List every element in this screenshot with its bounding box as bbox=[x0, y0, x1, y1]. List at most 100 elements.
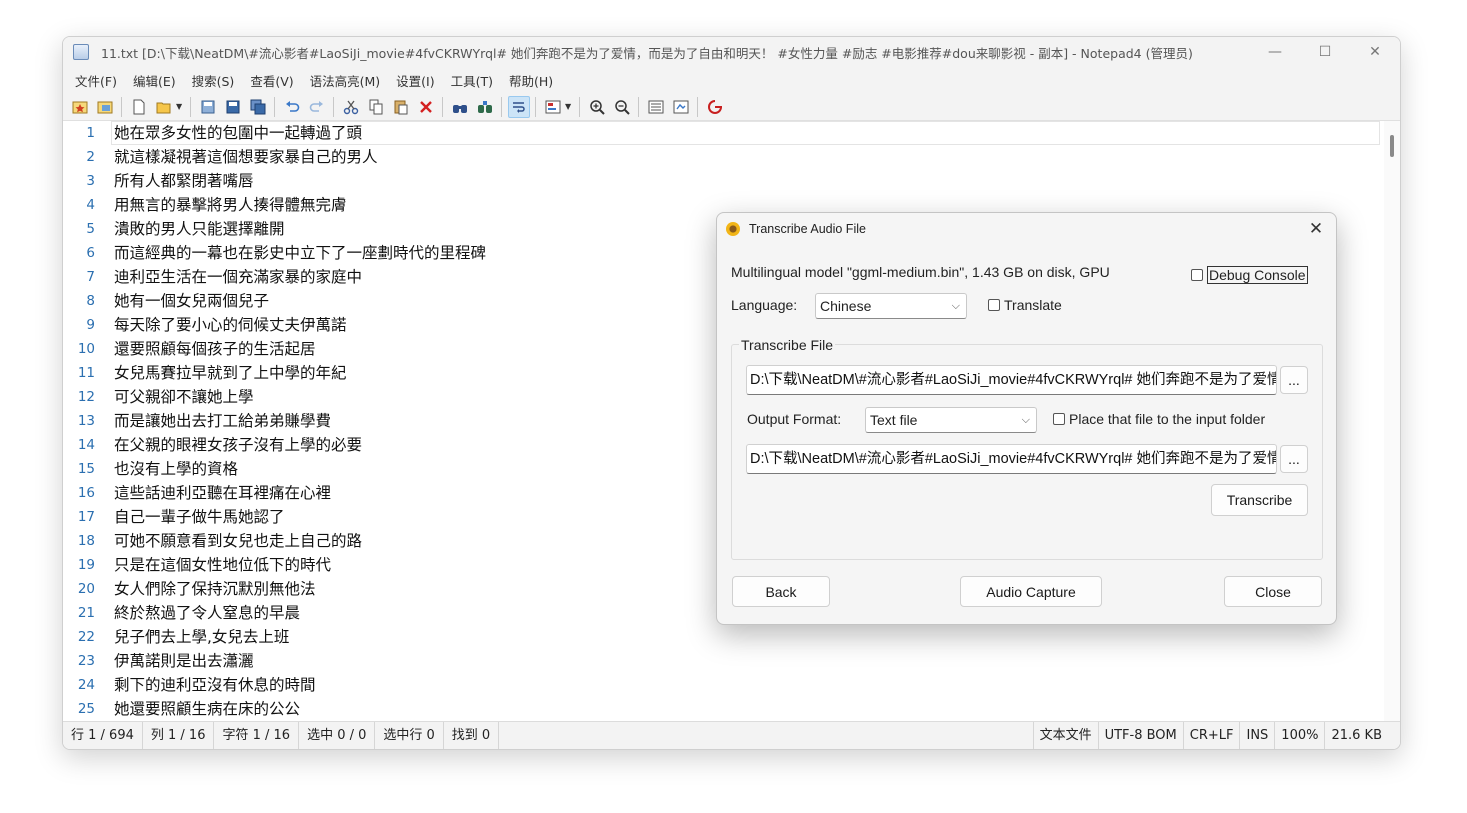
cut-icon[interactable] bbox=[340, 96, 362, 118]
status-lexer[interactable]: 文本文件 bbox=[1032, 721, 1098, 749]
menu-scheme[interactable]: 语法高亮(M) bbox=[302, 71, 389, 90]
title-bar[interactable]: 11.txt [D:\下载\NeatDM\#流心影者#LaoSiJi_movie… bbox=[63, 37, 1400, 67]
audio-capture-button[interactable]: Audio Capture bbox=[960, 576, 1102, 607]
output-file-path[interactable]: D:\下载\NeatDM\#流心影者#LaoSiJi_movie#4fvCKRW… bbox=[746, 444, 1277, 474]
line-number: 6 bbox=[86, 245, 95, 261]
dialog-title-bar[interactable]: Transcribe Audio File ✕ bbox=[717, 213, 1336, 245]
menu-help[interactable]: 帮助(H) bbox=[501, 71, 561, 90]
line-number: 9 bbox=[86, 317, 95, 333]
debug-console-label: Debug Console bbox=[1207, 266, 1308, 284]
favorites-icon[interactable] bbox=[69, 96, 91, 118]
line-number: 20 bbox=[77, 581, 95, 597]
input-file-path[interactable]: D:\下载\NeatDM\#流心影者#LaoSiJi_movie#4fvCKRW… bbox=[746, 365, 1277, 395]
sunflower-icon bbox=[726, 222, 740, 236]
menu-edit[interactable]: 编辑(E) bbox=[125, 71, 184, 90]
close-dialog-button[interactable]: Close bbox=[1224, 576, 1322, 607]
line-number: 19 bbox=[77, 557, 95, 573]
line-number: 3 bbox=[86, 173, 95, 189]
dialog-close-x-button[interactable]: ✕ bbox=[1306, 219, 1326, 239]
zoom-out-icon[interactable] bbox=[611, 96, 633, 118]
maximize-button[interactable]: ☐ bbox=[1300, 37, 1350, 67]
text-line[interactable]: 就這樣凝視著這個想要家暴自己的男人 bbox=[114, 145, 1380, 169]
menu-view[interactable]: 查看(V) bbox=[242, 71, 301, 90]
close-window-button[interactable]: ✕ bbox=[1350, 37, 1400, 67]
find-icon[interactable] bbox=[449, 96, 471, 118]
back-button[interactable]: Back bbox=[732, 576, 830, 607]
line-number: 21 bbox=[77, 605, 95, 621]
save-as-icon[interactable] bbox=[222, 96, 244, 118]
line-number: 4 bbox=[86, 197, 95, 213]
document-properties-icon[interactable] bbox=[645, 96, 667, 118]
text-line[interactable]: 剩下的迪利亞沒有休息的時間 bbox=[114, 673, 1380, 697]
browse-input-button[interactable]: ... bbox=[1280, 366, 1308, 394]
debug-console-checkbox[interactable]: Debug Console bbox=[1191, 266, 1308, 284]
status-ovr[interactable]: INS bbox=[1239, 721, 1274, 749]
text-line[interactable]: 兒子們去上學,女兒去上班 bbox=[114, 625, 1380, 649]
text-line[interactable]: 伊萬諾則是出去瀟灑 bbox=[114, 649, 1380, 673]
scheme-dropdown-icon[interactable]: ▼ bbox=[565, 102, 575, 111]
status-eol[interactable]: CR+LF bbox=[1182, 721, 1240, 749]
transcribe-dialog: Transcribe Audio File ✕ Multilingual mod… bbox=[716, 212, 1337, 625]
place-in-input-folder-checkbox[interactable]: Place that file to the input folder bbox=[1053, 411, 1265, 427]
menu-settings[interactable]: 设置(I) bbox=[388, 71, 442, 90]
checkbox-box[interactable] bbox=[1191, 269, 1203, 281]
scrollbar-thumb[interactable] bbox=[1390, 135, 1394, 157]
output-format-select[interactable]: Text file ⌵ bbox=[865, 407, 1037, 433]
model-info: Multilingual model "ggml-medium.bin", 1.… bbox=[731, 264, 1110, 280]
line-number: 16 bbox=[77, 485, 95, 501]
browse-folder-icon[interactable] bbox=[94, 96, 116, 118]
open-file-icon[interactable] bbox=[153, 96, 175, 118]
save-copy-icon[interactable] bbox=[247, 96, 269, 118]
status-column: 列 1 / 16 bbox=[143, 721, 215, 749]
line-number: 15 bbox=[77, 461, 95, 477]
delete-icon[interactable] bbox=[415, 96, 437, 118]
status-char: 字符 1 / 16 bbox=[214, 721, 300, 749]
checkbox-box[interactable] bbox=[1053, 413, 1065, 425]
copy-icon[interactable] bbox=[365, 96, 387, 118]
text-line[interactable]: 她還要照顧生病在床的公公 bbox=[114, 697, 1380, 721]
text-line[interactable]: 所有人都緊閉著嘴唇 bbox=[114, 169, 1380, 193]
status-zoom[interactable]: 100% bbox=[1274, 721, 1324, 749]
window-title: 11.txt [D:\下载\NeatDM\#流心影者#LaoSiJi_movie… bbox=[101, 45, 1193, 61]
notepad-app-icon bbox=[73, 44, 89, 60]
toolbar-separator bbox=[638, 96, 639, 117]
minimize-button[interactable]: — bbox=[1250, 37, 1300, 67]
transcribe-button[interactable]: Transcribe bbox=[1211, 484, 1308, 516]
scheme-icon[interactable] bbox=[542, 96, 564, 118]
dialog-title: Transcribe Audio File bbox=[749, 222, 866, 236]
paste-icon[interactable] bbox=[390, 96, 412, 118]
vertical-scrollbar[interactable] bbox=[1384, 121, 1400, 723]
text-line[interactable]: 她在眾多女性的包圍中一起轉過了頭 bbox=[111, 121, 1380, 145]
save-icon[interactable] bbox=[197, 96, 219, 118]
toolbar-separator bbox=[442, 96, 443, 117]
status-line[interactable]: 行 1 / 694 bbox=[63, 721, 143, 749]
output-format-value: Text file bbox=[870, 412, 918, 428]
menu-bar: 文件(F) 编辑(E) 搜索(S) 查看(V) 语法高亮(M) 设置(I) 工具… bbox=[63, 67, 1400, 93]
menu-search[interactable]: 搜索(S) bbox=[184, 71, 243, 90]
open-dropdown-icon[interactable]: ▼ bbox=[176, 102, 186, 111]
settings-icon[interactable] bbox=[670, 96, 692, 118]
translate-checkbox[interactable]: Translate bbox=[988, 297, 1062, 313]
replace-icon[interactable] bbox=[474, 96, 496, 118]
undo-icon[interactable] bbox=[281, 96, 303, 118]
menu-file[interactable]: 文件(F) bbox=[67, 71, 125, 90]
line-number: 13 bbox=[77, 413, 95, 429]
line-number: 22 bbox=[77, 629, 95, 645]
browse-output-button[interactable]: ... bbox=[1280, 445, 1308, 473]
toolbar-separator bbox=[501, 96, 502, 117]
zoom-in-icon[interactable] bbox=[586, 96, 608, 118]
toolbar-separator bbox=[190, 96, 191, 117]
status-found: 找到 0 bbox=[444, 721, 500, 749]
new-file-icon[interactable] bbox=[128, 96, 150, 118]
line-number: 5 bbox=[86, 221, 95, 237]
line-number: 24 bbox=[77, 677, 95, 693]
output-format-label: Output Format: bbox=[747, 411, 842, 427]
word-wrap-icon[interactable] bbox=[507, 95, 530, 118]
checkbox-box[interactable] bbox=[988, 299, 1000, 311]
language-select[interactable]: Chinese ⌵ bbox=[815, 293, 967, 319]
status-selected-lines: 选中行 0 bbox=[375, 721, 444, 749]
exit-icon[interactable] bbox=[704, 96, 726, 118]
status-encoding[interactable]: UTF-8 BOM bbox=[1097, 721, 1183, 749]
redo-icon[interactable] bbox=[306, 96, 328, 118]
menu-tools[interactable]: 工具(T) bbox=[443, 71, 501, 90]
